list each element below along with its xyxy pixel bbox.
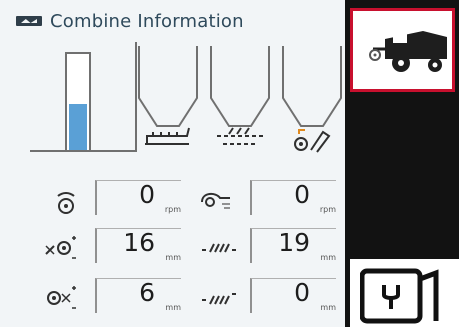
readout-unit: mm <box>320 303 336 312</box>
hopper-rotor-icon <box>277 40 347 160</box>
navigation-column <box>345 0 459 327</box>
readout-value: 6 <box>139 278 155 307</box>
readout-value: 0 <box>294 278 310 307</box>
readout-unit: mm <box>165 303 181 312</box>
hopper-sieve-icon <box>205 40 275 160</box>
title-bar: Combine Information <box>16 8 244 34</box>
combine-harvester-icon <box>369 31 447 72</box>
combine-info-screen: Combine Information 0 rpm 0 rpm 16 mm 19… <box>0 0 459 327</box>
brand-logo-icon <box>16 16 42 26</box>
readout-unit: mm <box>165 253 181 262</box>
rotor-speed-icon <box>46 188 86 218</box>
grain-tank-fill <box>69 103 87 150</box>
fan-speed-icon <box>196 186 236 216</box>
readout-value: 0 <box>294 180 310 209</box>
readout-value: 19 <box>278 228 310 257</box>
readout-unit: mm <box>320 253 336 262</box>
combine-information-panel: Combine Information 0 rpm 0 rpm 16 mm 19… <box>0 0 345 327</box>
rotor-speed-readout: 0 rpm <box>95 180 181 215</box>
hopper-unload-icon <box>133 40 203 160</box>
chaffer-adjust-readout: 6 mm <box>95 278 181 313</box>
grain-tank-icon <box>65 52 91 150</box>
concave-clearance-readout: 16 mm <box>95 228 181 263</box>
readout-unit: rpm <box>164 205 181 214</box>
grain-tank-level-gauge <box>30 42 137 152</box>
concave-clearance-icon <box>40 232 80 262</box>
service-wrench-icon <box>360 268 439 324</box>
chaffer-adjust-icon <box>40 282 80 312</box>
lower-sieve-icon <box>198 282 238 312</box>
readout-value: 16 <box>123 228 155 257</box>
upper-sieve-icon <box>198 232 238 262</box>
readout-value: 0 <box>139 180 155 209</box>
fan-speed-readout: 0 rpm <box>250 180 336 215</box>
upper-sieve-readout: 19 mm <box>250 228 336 263</box>
lower-sieve-readout: 0 mm <box>250 278 336 313</box>
service-page-button[interactable] <box>350 256 459 327</box>
combine-page-button[interactable] <box>350 8 455 92</box>
readout-unit: rpm <box>319 205 336 214</box>
page-title: Combine Information <box>50 10 244 32</box>
